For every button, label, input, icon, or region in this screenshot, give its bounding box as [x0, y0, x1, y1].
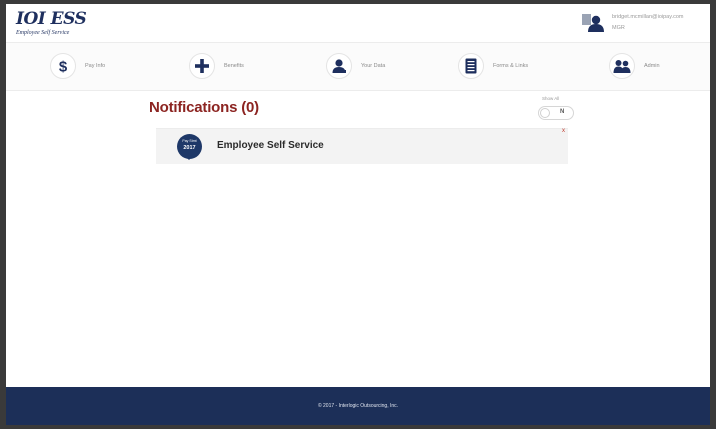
- copyright-text: © 2017 - Interlogic Outsourcing, Inc.: [317, 403, 399, 409]
- user-avatar-icon: [582, 14, 604, 32]
- user-menu[interactable]: bridget.mcmillan@ioipay.com MGR: [582, 12, 700, 38]
- nav-item-forms-links[interactable]: Forms & Links: [458, 52, 528, 80]
- notification-title: Employee Self Service: [217, 140, 324, 151]
- nav-item-your-data[interactable]: Your Data: [326, 52, 385, 80]
- document-icon: [458, 53, 484, 79]
- page-title: Notifications (0): [149, 99, 259, 116]
- main-nav: $ Pay Info Benefits Your Data Forms & Li…: [6, 42, 710, 91]
- logo-title: IOI ESS: [16, 9, 87, 29]
- nav-item-benefits[interactable]: Benefits: [189, 52, 244, 80]
- toggle-knob: [540, 108, 550, 118]
- svg-text:$: $: [59, 59, 68, 75]
- badge-ribbon: [184, 155, 194, 160]
- plus-icon: [189, 53, 215, 79]
- user-email: bridget.mcmillan@ioipay.com: [612, 14, 684, 20]
- pay-statement-badge-icon: Pay Stmt 2017: [177, 134, 202, 160]
- close-icon[interactable]: x: [562, 128, 565, 134]
- show-all-toggle-group: Show All N: [536, 96, 576, 126]
- nav-label: Forms & Links: [493, 63, 529, 69]
- badge-year: 2017: [183, 145, 196, 151]
- toggle-value: N: [560, 109, 565, 115]
- nav-item-admin[interactable]: Admin: [609, 52, 660, 80]
- footer: © 2017 - Interlogic Outsourcing, Inc.: [6, 387, 710, 425]
- notification-item[interactable]: Pay Stmt 2017 Employee Self Service x: [156, 128, 568, 164]
- logo-subtitle: Employee Self Service: [16, 30, 70, 36]
- toggle-label: Show All: [542, 96, 560, 101]
- badge-label: Pay Stmt: [182, 139, 197, 143]
- nav-item-pay-info[interactable]: $ Pay Info: [50, 52, 105, 80]
- person-icon: [326, 53, 352, 79]
- app-window: IOI ESS Employee Self Service bridget.mc…: [6, 4, 710, 425]
- people-icon: [609, 53, 635, 79]
- nav-label: Benefits: [224, 63, 244, 69]
- header: IOI ESS Employee Self Service bridget.mc…: [6, 4, 710, 42]
- user-role: MGR: [612, 25, 625, 31]
- nav-label: Pay Info: [85, 63, 106, 69]
- logo[interactable]: IOI ESS Employee Self Service: [16, 9, 87, 37]
- nav-label: Admin: [644, 63, 660, 69]
- dollar-icon: $: [50, 53, 76, 79]
- show-all-toggle[interactable]: N: [538, 106, 574, 120]
- nav-label: Your Data: [361, 63, 386, 69]
